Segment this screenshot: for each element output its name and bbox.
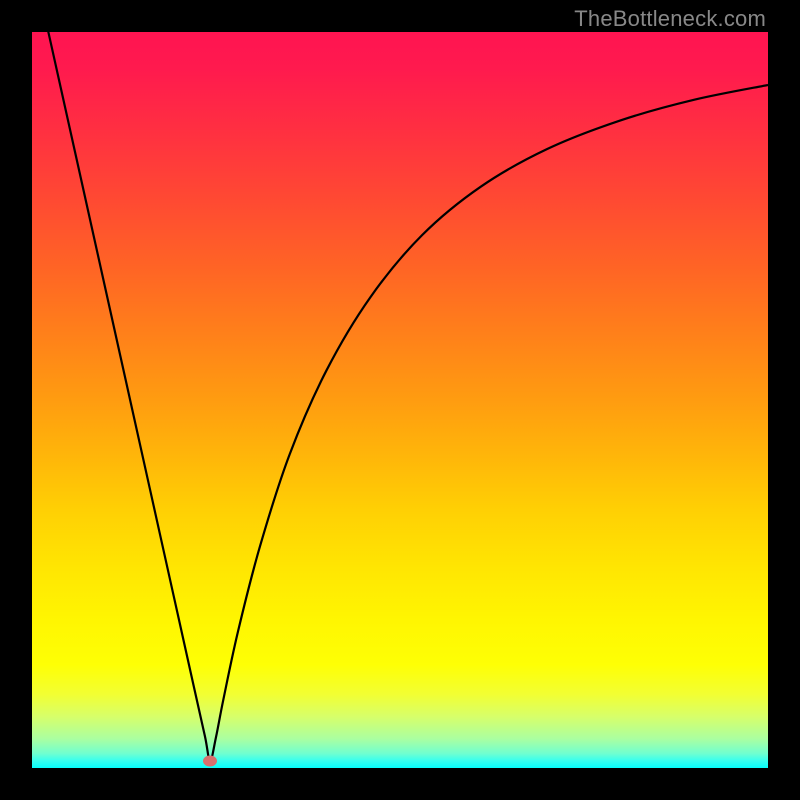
chart-frame: TheBottleneck.com xyxy=(0,0,800,800)
bottleneck-curve xyxy=(32,32,768,768)
plot-area xyxy=(32,32,768,768)
watermark-text: TheBottleneck.com xyxy=(574,6,766,32)
optimal-point-marker xyxy=(203,755,217,766)
